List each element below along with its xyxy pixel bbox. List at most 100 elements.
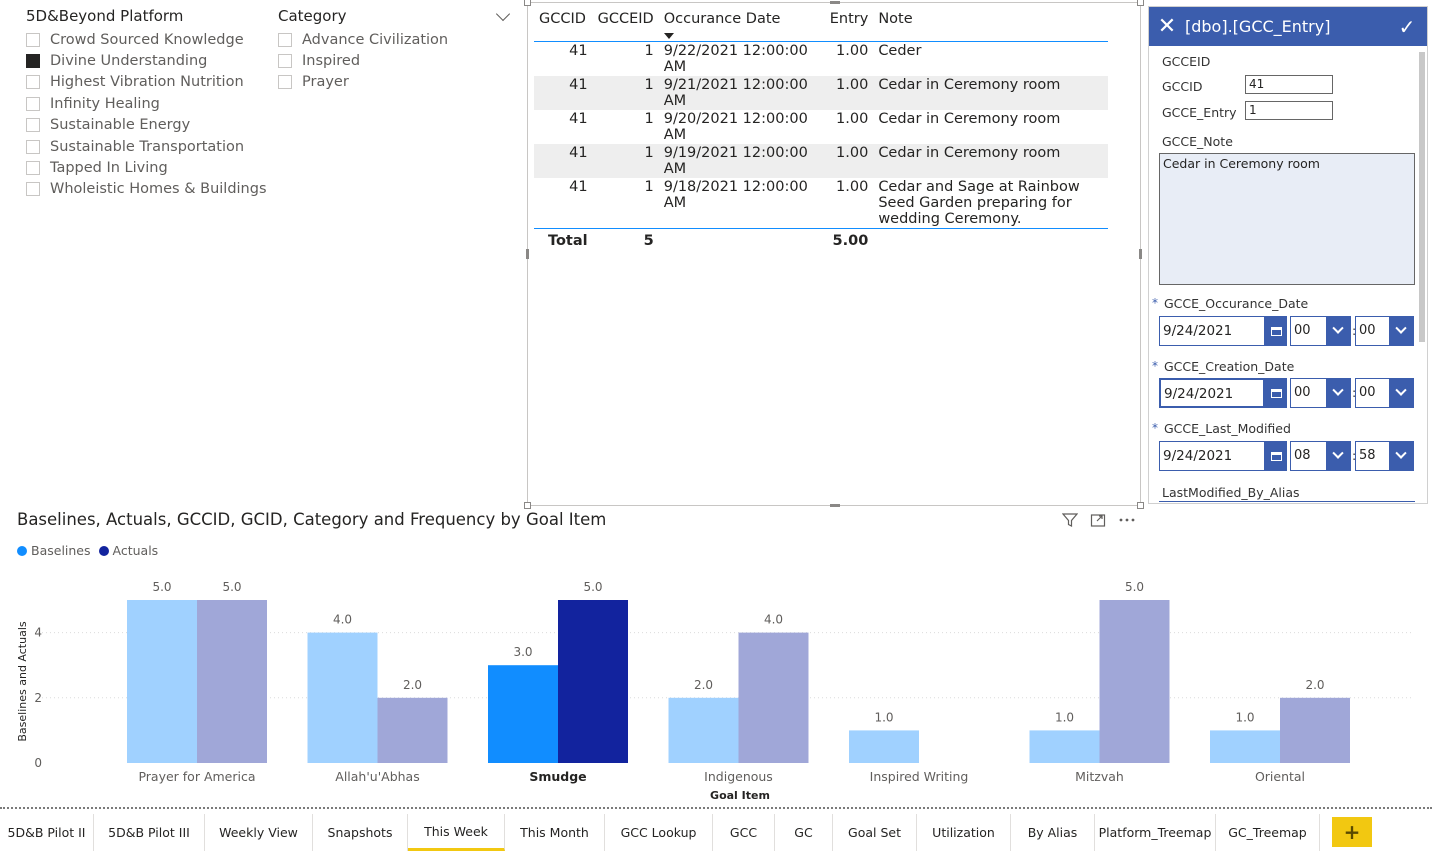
table-row[interactable]: 41 1 9/19/2021 12:00:00 AM 1.00 Cedar in Cer…: [534, 143, 1109, 178]
resize-handle[interactable]: [524, 502, 531, 509]
occurance-date-input[interactable]: 9/24/2021: [1159, 316, 1265, 346]
resize-handle[interactable]: [1139, 249, 1142, 259]
checkbox[interactable]: [26, 32, 40, 47]
bar-actuals[interactable]: [738, 632, 809, 763]
filter-icon[interactable]: [1062, 512, 1078, 528]
checkbox[interactable]: [278, 54, 292, 69]
last-modified-by-alias-field[interactable]: [1159, 501, 1415, 502]
column-header-gccid[interactable]: GCCID: [534, 7, 593, 42]
slicer-item[interactable]: Infinity Healing: [26, 93, 267, 114]
last-modified-hour-dropdown[interactable]: 08: [1290, 441, 1351, 471]
focus-mode-icon[interactable]: [1090, 512, 1106, 528]
gccid-field[interactable]: 41: [1245, 75, 1333, 94]
bar-baselines[interactable]: [488, 665, 558, 763]
slicer-item[interactable]: Inspired: [278, 50, 448, 71]
x-tick-label[interactable]: Oriental: [1255, 769, 1305, 784]
checkbox[interactable]: [26, 139, 40, 154]
checkmark-icon[interactable]: ✓: [1387, 15, 1427, 39]
bar-baselines[interactable]: [1029, 730, 1100, 763]
resize-handle[interactable]: [1137, 0, 1144, 6]
resize-handle[interactable]: [830, 504, 840, 507]
checkbox[interactable]: [278, 75, 292, 90]
chevron-down-icon[interactable]: [495, 6, 511, 22]
slicer-item[interactable]: Divine Understanding: [26, 50, 267, 71]
x-tick-label[interactable]: Allah'u'Abhas: [335, 769, 419, 784]
creation-minute-dropdown[interactable]: 00: [1355, 378, 1414, 408]
x-tick-label[interactable]: Inspired Writing: [870, 769, 969, 784]
tab-snapshots[interactable]: Snapshots: [313, 814, 408, 851]
gcce-note-field[interactable]: Cedar in Ceremony room: [1159, 153, 1415, 285]
slicer-item[interactable]: Advance Civilization: [278, 29, 448, 50]
last-modified-date-input[interactable]: 9/24/2021: [1159, 441, 1265, 471]
bar-baselines[interactable]: [849, 730, 919, 763]
tab-gc-treemap[interactable]: GC_Treemap: [1216, 814, 1320, 851]
checkbox[interactable]: [278, 32, 292, 47]
table-row[interactable]: 41 1 9/21/2021 12:00:00 AM 1.00 Cedar in Cer…: [534, 75, 1109, 110]
tab-this-week[interactable]: This Week: [408, 814, 505, 851]
checkbox[interactable]: [26, 75, 40, 90]
occurance-minute-dropdown[interactable]: 00: [1355, 316, 1414, 346]
slicer-item[interactable]: Highest Vibration Nutrition: [26, 72, 267, 93]
bar-actuals[interactable]: [1280, 697, 1350, 763]
x-tick-label[interactable]: Mitzvah: [1075, 769, 1124, 784]
tab-goal-set[interactable]: Goal Set: [833, 814, 917, 851]
calendar-icon[interactable]: [1265, 378, 1287, 408]
bar-baselines[interactable]: [668, 697, 739, 763]
table-row[interactable]: 41 1 9/18/2021 12:00:00 AM 1.00 Cedar and Sa…: [534, 178, 1108, 229]
table-row[interactable]: 41 1 9/20/2021 12:00:00 AM 1.00 Cedar in Cer…: [534, 110, 1108, 144]
bar-actuals[interactable]: [558, 600, 628, 763]
calendar-icon[interactable]: [1265, 316, 1287, 346]
resize-handle[interactable]: [524, 0, 531, 6]
tab-utilization[interactable]: Utilization: [917, 814, 1011, 851]
calendar-icon[interactable]: [1265, 441, 1287, 471]
tab-gc[interactable]: GC: [775, 814, 833, 851]
bar-actuals[interactable]: [197, 600, 267, 763]
checkbox[interactable]: [26, 182, 40, 197]
bar-actuals[interactable]: [377, 697, 448, 763]
checkbox[interactable]: [26, 96, 40, 111]
tab-by-alias[interactable]: By Alias: [1011, 814, 1095, 851]
slicer-item[interactable]: Wholeistic Homes & Buildings: [26, 179, 267, 200]
column-header-entry[interactable]: Entry: [824, 7, 874, 42]
table-visual[interactable]: GCCID GCCEID Occurance Date Entry Note 4…: [524, 0, 1144, 509]
x-tick-label[interactable]: Indigenous: [704, 769, 773, 784]
slicer-item[interactable]: Sustainable Transportation: [26, 136, 267, 157]
tab-5d-b-pilot-iii[interactable]: 5D&B Pilot III: [94, 814, 205, 851]
resize-handle[interactable]: [526, 249, 529, 259]
x-tick-label[interactable]: Smudge: [529, 769, 586, 784]
occurance-hour-dropdown[interactable]: 00: [1290, 316, 1351, 346]
tab-weekly-view[interactable]: Weekly View: [205, 814, 313, 851]
column-header-occurance-date[interactable]: Occurance Date: [658, 7, 825, 42]
close-icon[interactable]: ✕: [1149, 14, 1185, 39]
creation-hour-dropdown[interactable]: 00: [1290, 378, 1351, 408]
resize-handle[interactable]: [1137, 502, 1144, 509]
bar-baselines[interactable]: [127, 600, 197, 763]
slicer-item[interactable]: Crowd Sourced Knowledge: [26, 29, 267, 50]
gcce-entry-field[interactable]: 1: [1245, 101, 1333, 120]
bar-baselines[interactable]: [1210, 730, 1280, 763]
form-scrollbar[interactable]: [1419, 52, 1425, 342]
x-tick-label[interactable]: Prayer for America: [138, 769, 255, 784]
bar-actuals[interactable]: [1099, 600, 1170, 763]
column-header-note[interactable]: Note: [873, 7, 1109, 42]
column-header-gcceid[interactable]: GCCEID: [592, 7, 659, 42]
tab-platform-treemap[interactable]: Platform_Treemap: [1095, 814, 1216, 851]
tab-gcc-lookup[interactable]: GCC Lookup: [605, 814, 713, 851]
tab-gcc[interactable]: GCC: [713, 814, 775, 851]
table-row[interactable]: 41 1 9/22/2021 12:00:00 AM 1.00 Ceder: [534, 41, 1108, 76]
legend-label[interactable]: Actuals: [113, 543, 159, 558]
slicer-item[interactable]: Tapped In Living: [26, 157, 267, 178]
legend-label[interactable]: Baselines: [31, 543, 91, 558]
checkbox[interactable]: [26, 118, 40, 133]
tab-this-month[interactable]: This Month: [505, 814, 605, 851]
resize-handle[interactable]: [830, 1, 840, 4]
bar-baselines[interactable]: [307, 632, 378, 763]
add-page-button[interactable]: +: [1332, 817, 1372, 847]
slicer-item[interactable]: Sustainable Energy: [26, 115, 267, 136]
tab-5d-b-pilot-ii[interactable]: 5D&B Pilot II: [0, 814, 94, 851]
checkbox[interactable]: [26, 161, 40, 176]
slicer-item[interactable]: Prayer: [278, 72, 448, 93]
last-modified-minute-dropdown[interactable]: 58: [1355, 441, 1414, 471]
checkbox[interactable]: [26, 54, 40, 69]
more-options-icon[interactable]: [1118, 512, 1136, 528]
